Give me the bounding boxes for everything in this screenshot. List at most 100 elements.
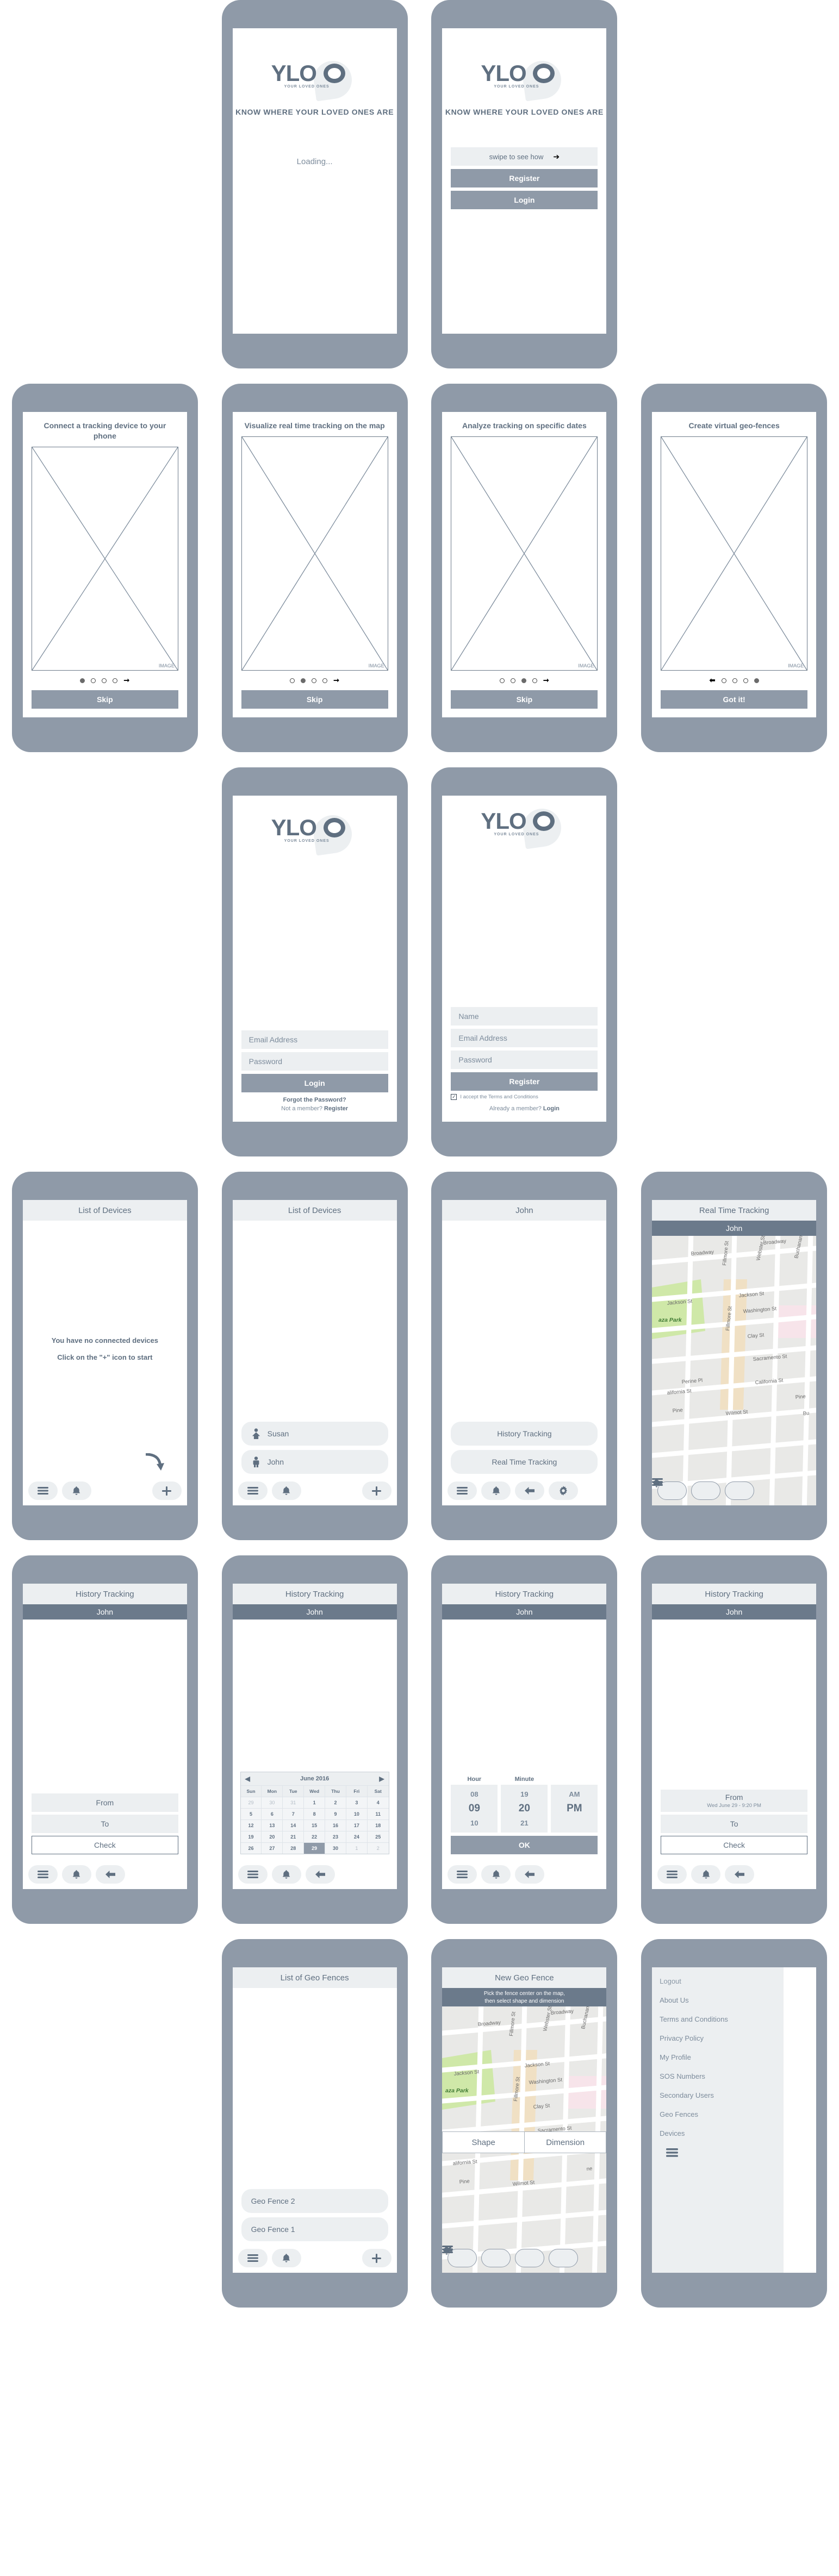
forgot-password-link[interactable]: Forgot the Password?: [241, 1097, 388, 1103]
pager-dot-2[interactable]: [510, 678, 515, 683]
calendar-day[interactable]: 1: [346, 1842, 368, 1854]
terms-checkbox[interactable]: ✓: [451, 1094, 457, 1100]
calendar-day[interactable]: 2: [325, 1797, 346, 1808]
arrow-right-icon[interactable]: ➞: [543, 676, 549, 685]
arrow-left-icon[interactable]: ⬅: [710, 676, 716, 685]
password-field[interactable]: Password: [451, 1051, 598, 1069]
calendar-day[interactable]: 12: [240, 1820, 262, 1831]
shape-button[interactable]: Shape: [442, 2131, 525, 2153]
drawer-item-logout[interactable]: Logout: [660, 1977, 784, 1985]
calendar-day[interactable]: 20: [262, 1831, 283, 1842]
calendar-day-selected[interactable]: 29: [304, 1842, 326, 1854]
login-button[interactable]: Login: [451, 191, 598, 209]
notifications-button[interactable]: [271, 1481, 301, 1500]
list-item[interactable]: John: [241, 1450, 388, 1474]
back-button[interactable]: [443, 2246, 545, 2267]
email-field[interactable]: Email Address: [241, 1030, 388, 1049]
menu-button[interactable]: [238, 1481, 268, 1500]
meridiem-column[interactable]: AM PM: [551, 1785, 598, 1833]
email-field[interactable]: Email Address: [451, 1029, 598, 1047]
calendar-day[interactable]: 11: [367, 1808, 389, 1820]
pager-dot-3[interactable]: [312, 678, 317, 683]
calendar-day[interactable]: 9: [325, 1808, 346, 1820]
pager-dot-1[interactable]: [499, 678, 505, 683]
notifications-button[interactable]: [61, 1865, 91, 1884]
calendar-day[interactable]: 14: [283, 1820, 304, 1831]
menu-button[interactable]: [448, 1481, 477, 1500]
pager-dot-4[interactable]: [754, 678, 759, 683]
calendar-day[interactable]: 1: [304, 1797, 326, 1808]
pager-dot-3[interactable]: [743, 678, 748, 683]
onboarding-pagination[interactable]: ➞: [442, 676, 606, 685]
onboarding-pagination[interactable]: ➞: [23, 676, 187, 685]
name-field[interactable]: Name: [451, 1007, 598, 1026]
minute-option-selected[interactable]: 20: [519, 1803, 530, 1815]
drawer-item-my-profile[interactable]: My Profile: [660, 2053, 784, 2061]
calendar-day[interactable]: 3: [346, 1797, 368, 1808]
skip-button[interactable]: Skip: [241, 690, 388, 709]
drawer-close-button[interactable]: [666, 2148, 784, 2157]
notifications-button[interactable]: [691, 1865, 721, 1884]
calendar-day[interactable]: 24: [346, 1831, 368, 1842]
calendar-day[interactable]: 16: [325, 1820, 346, 1831]
calendar-day[interactable]: 2: [367, 1842, 389, 1854]
calendar-day[interactable]: 10: [346, 1808, 368, 1820]
notifications-button[interactable]: [443, 2246, 511, 2267]
pager-dot-1[interactable]: [721, 678, 726, 683]
hour-option[interactable]: 08: [470, 1790, 478, 1798]
terms-row[interactable]: ✓ I accept the Terms and Conditions: [451, 1094, 598, 1100]
drawer-item-privacy-policy[interactable]: Privacy Policy: [660, 2034, 784, 2042]
register-link[interactable]: Register: [324, 1105, 348, 1112]
add-geofence-button[interactable]: [362, 2249, 391, 2267]
ok-button[interactable]: OK: [451, 1836, 598, 1854]
pager-dot-1[interactable]: [80, 678, 85, 683]
minute-column[interactable]: 19 20 21: [501, 1785, 548, 1833]
menu-button[interactable]: [28, 1481, 58, 1500]
back-button[interactable]: [515, 1865, 545, 1884]
back-button[interactable]: [95, 1865, 125, 1884]
menu-button[interactable]: [238, 1865, 268, 1884]
skip-button[interactable]: Skip: [451, 690, 598, 709]
dimension-button[interactable]: Dimension: [524, 2131, 607, 2153]
calendar-day[interactable]: 7: [283, 1808, 304, 1820]
calendar-day[interactable]: 25: [367, 1831, 389, 1842]
notifications-button[interactable]: [652, 1479, 721, 1500]
calendar-day[interactable]: 31: [283, 1797, 304, 1808]
calendar-day[interactable]: 30: [325, 1842, 346, 1854]
register-submit-button[interactable]: Register: [451, 1072, 598, 1091]
calendar-day[interactable]: 15: [304, 1820, 326, 1831]
calendar-day[interactable]: 8: [304, 1808, 326, 1820]
meridiem-option-selected[interactable]: PM: [567, 1803, 582, 1815]
menu-button[interactable]: [657, 1865, 687, 1884]
hour-option-selected[interactable]: 09: [469, 1803, 480, 1815]
calendar-day[interactable]: 23: [325, 1831, 346, 1842]
to-field[interactable]: To: [31, 1815, 178, 1833]
check-button[interactable]: Check: [31, 1836, 178, 1854]
pager-dot-3[interactable]: [102, 678, 107, 683]
prev-month-button[interactable]: ◀: [245, 1775, 250, 1782]
date-picker[interactable]: ◀ June 2016 ▶ Sun Mon Tue Wed Thu Fri Sa…: [240, 1772, 389, 1854]
notifications-button[interactable]: [61, 1481, 91, 1500]
to-field[interactable]: To: [661, 1815, 808, 1833]
calendar-day[interactable]: 27: [262, 1842, 283, 1854]
minute-option[interactable]: 21: [520, 1819, 528, 1827]
password-field[interactable]: Password: [241, 1052, 388, 1071]
pager-dot-4[interactable]: [322, 678, 328, 683]
menu-button[interactable]: [238, 2249, 268, 2267]
hour-column[interactable]: 08 09 10: [451, 1785, 498, 1833]
notifications-button[interactable]: [481, 1481, 511, 1500]
pager-dot-4[interactable]: [113, 678, 118, 683]
arrow-right-icon[interactable]: ➞: [123, 676, 129, 685]
calendar-day[interactable]: 26: [240, 1842, 262, 1854]
onboarding-pagination[interactable]: ⬅: [652, 676, 816, 685]
drawer-item-secondary-users[interactable]: Secondary Users: [660, 2091, 784, 2099]
back-button[interactable]: [305, 1865, 335, 1884]
login-submit-button[interactable]: Login: [241, 1074, 388, 1092]
list-item[interactable]: Geo Fence 2: [241, 2189, 388, 2213]
add-device-button[interactable]: [362, 1481, 391, 1500]
drawer-item-devices[interactable]: Devices: [660, 2129, 784, 2137]
notifications-button[interactable]: [481, 1865, 511, 1884]
menu-button[interactable]: [28, 1865, 58, 1884]
got-it-button[interactable]: Got it!: [661, 690, 808, 709]
drawer-item-about-us[interactable]: About Us: [660, 1996, 784, 2004]
